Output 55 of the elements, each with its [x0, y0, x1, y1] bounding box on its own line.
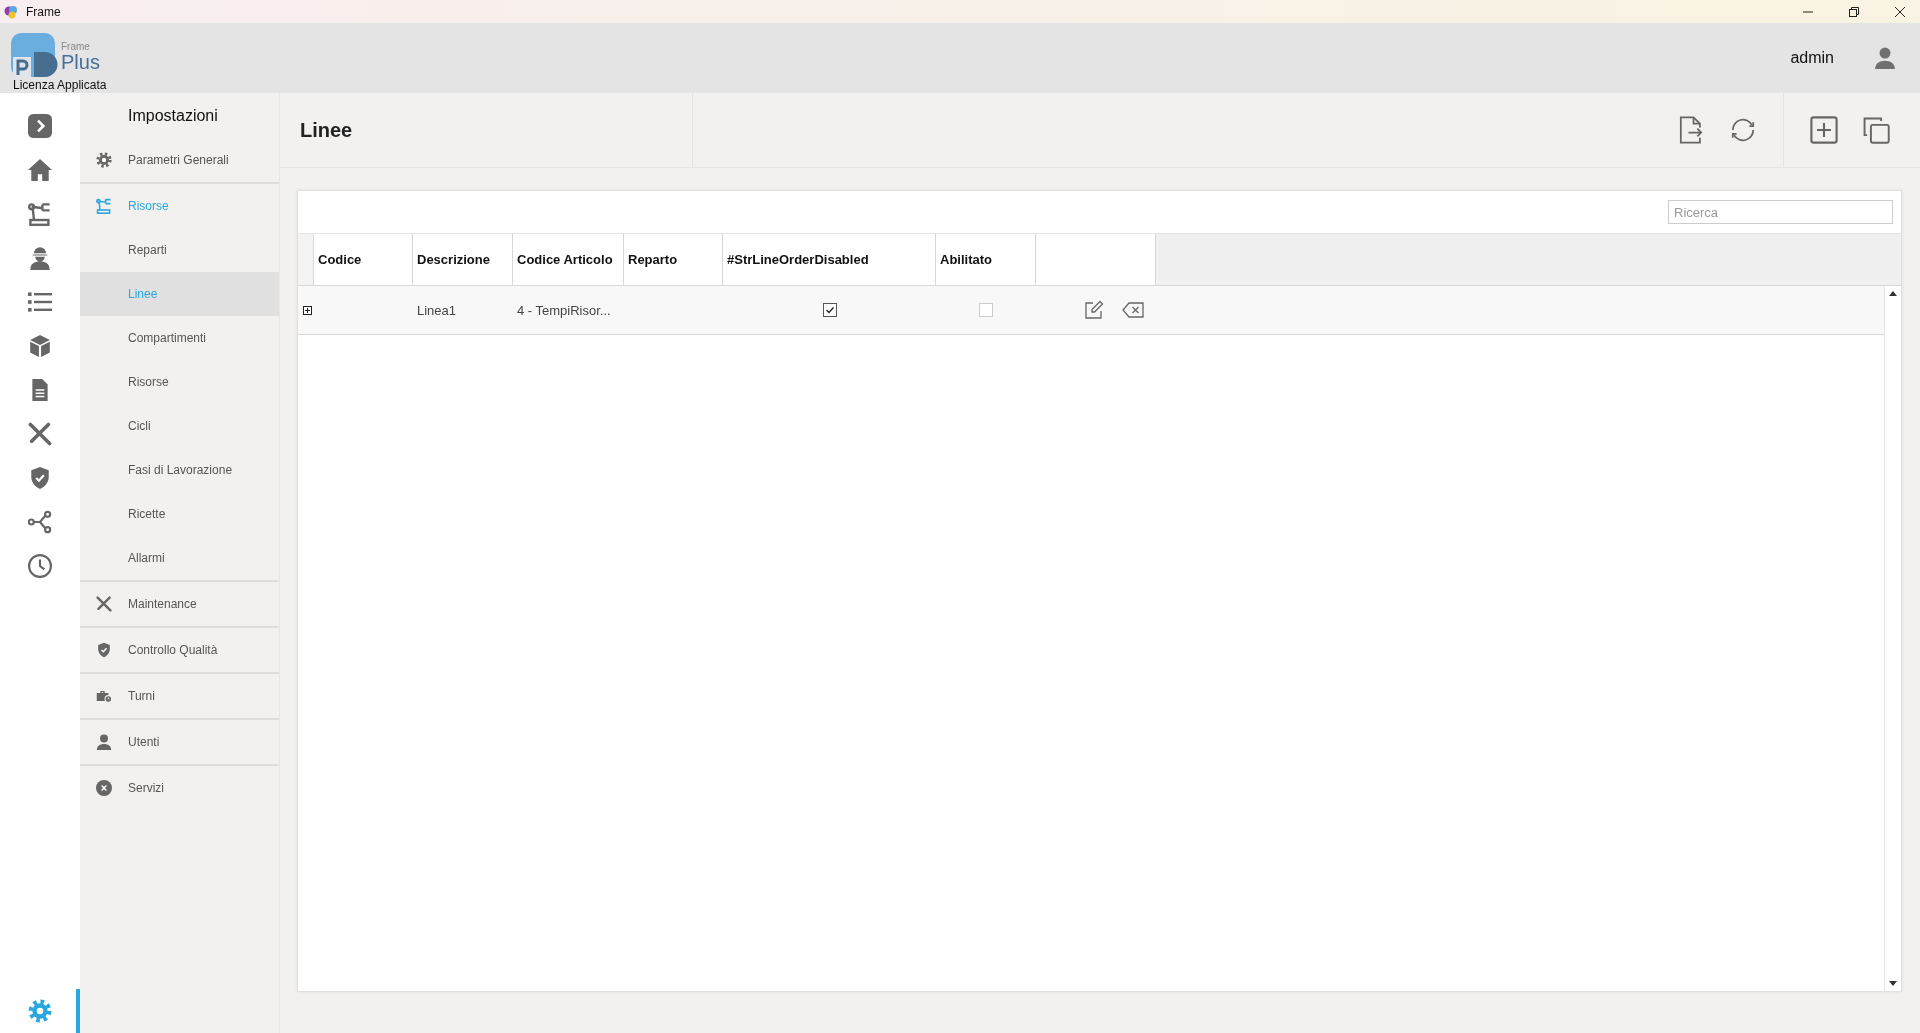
scroll-down-icon[interactable] [1889, 981, 1897, 987]
copy-icon [1862, 116, 1890, 144]
nav-item[interactable]: Utenti [80, 720, 279, 764]
edit-icon[interactable] [1084, 300, 1104, 320]
nav-subitem[interactable]: Reparti [80, 228, 279, 272]
worker-icon[interactable] [28, 246, 52, 270]
home-icon[interactable] [28, 158, 52, 182]
clock-icon[interactable] [28, 554, 52, 578]
check-icon [824, 305, 835, 315]
robot-arm-icon[interactable] [28, 202, 52, 226]
nav-subitem[interactable]: Allarmi [80, 536, 279, 580]
settings-icon[interactable] [28, 999, 52, 1023]
nav-item[interactable]: Servizi [80, 766, 279, 810]
nav-subitem[interactable]: Fasi di Lavorazione [80, 448, 279, 492]
app-logo-icon [4, 4, 18, 19]
page-title: Linee [300, 118, 353, 142]
settings-title: Impostazioni [128, 106, 218, 125]
scroll-up-icon[interactable] [1889, 290, 1897, 296]
logo-title: Plus [61, 52, 100, 72]
close-circle-icon [96, 780, 112, 796]
close-icon[interactable] [1894, 5, 1906, 18]
export-icon [1677, 116, 1705, 144]
nav-subitem[interactable]: Ricette [80, 492, 279, 536]
table-cell: 4 - TempiRisor... [517, 302, 611, 318]
list-icon[interactable] [28, 290, 52, 314]
nav-subitem[interactable]: Risorse [80, 360, 279, 404]
shield-check-icon[interactable] [28, 466, 52, 490]
logo-subtitle: Frame [61, 42, 91, 52]
user-name: admin [1790, 49, 1834, 67]
nav-item[interactable]: Parametri Generali [80, 138, 279, 182]
selection-bar [76, 989, 80, 1033]
briefcase-clock-icon [96, 688, 112, 704]
restore-icon[interactable] [1848, 5, 1860, 18]
shield-check-icon [96, 642, 112, 658]
add-icon [1810, 116, 1838, 144]
delete-icon[interactable] [1122, 302, 1144, 318]
window-title: Frame [26, 4, 61, 19]
nav-subitem[interactable]: Compartimenti [80, 316, 279, 360]
nav-item[interactable]: Maintenance [80, 582, 279, 626]
license-status: Licenza Applicata [13, 78, 107, 92]
nav-item[interactable]: Controllo Qualità [80, 628, 279, 672]
table-cell: Linea1 [417, 302, 457, 318]
user-icon[interactable] [1874, 47, 1896, 69]
chevron-icon[interactable] [28, 114, 52, 138]
cube-icon[interactable] [28, 334, 52, 358]
robot-arm-icon [96, 198, 112, 214]
nav-subitem[interactable]: Cicli [80, 404, 279, 448]
user-icon [96, 734, 112, 750]
nav-item[interactable]: Turni [80, 674, 279, 718]
settings-icon [96, 152, 112, 168]
search-field[interactable]: Ricerca [1668, 200, 1893, 224]
expand-icon[interactable] [303, 305, 312, 315]
refresh-icon [1729, 116, 1757, 144]
logo-icon [10, 32, 58, 78]
share-icon[interactable] [28, 510, 52, 534]
